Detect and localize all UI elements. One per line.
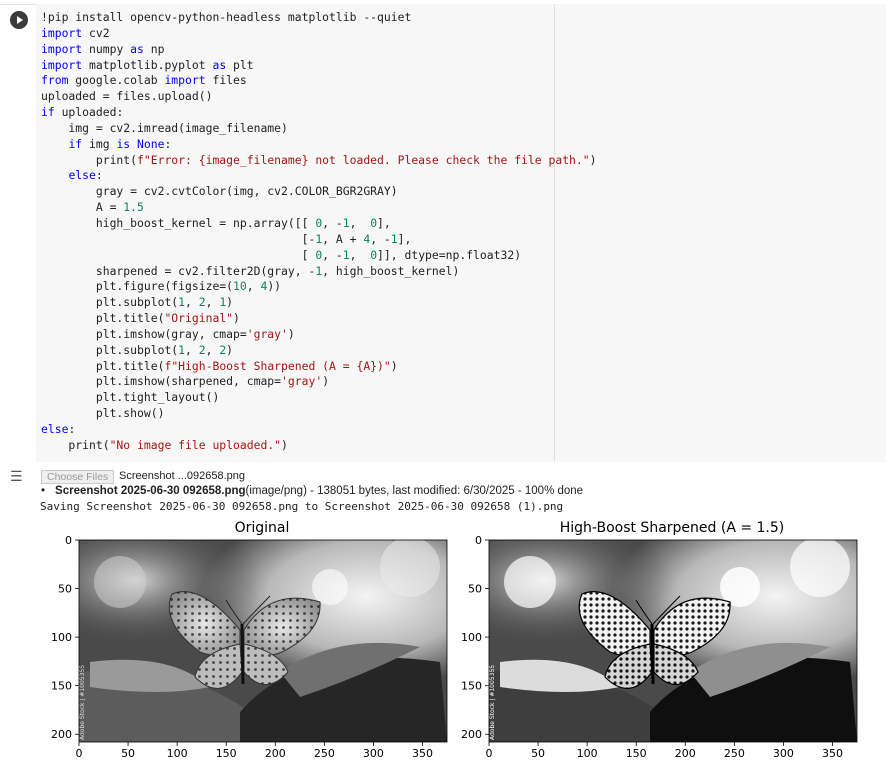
upload-status: • Screenshot 2025-06-30 092658.png(image/… bbox=[41, 485, 583, 497]
left-image: Adobe Stock | #1005355 bbox=[79, 540, 447, 742]
right-y-tick-label: 50 bbox=[468, 583, 482, 596]
play-icon[interactable] bbox=[10, 11, 28, 29]
chosen-file-name: Screenshot ...092658.png bbox=[119, 470, 245, 482]
left-y-tick-label: 50 bbox=[58, 583, 72, 596]
output-toggle-icon[interactable]: ☰ bbox=[10, 469, 30, 485]
list-bullet: • bbox=[41, 485, 46, 497]
left-y-tick-label: 100 bbox=[51, 631, 72, 644]
right-image: Adobe Stock | #1005355 bbox=[489, 540, 857, 742]
choose-files-button[interactable]: Choose Files bbox=[41, 470, 115, 484]
right-y-tick-label: 0 bbox=[475, 534, 482, 547]
upload-filename: Screenshot 2025-06-30 092658.png bbox=[55, 485, 246, 497]
left-x-tick-label: 50 bbox=[121, 747, 135, 760]
left-y-tick-label: 200 bbox=[51, 728, 72, 741]
left-x-tick-label: 150 bbox=[216, 747, 237, 760]
editor-margin bbox=[554, 4, 886, 462]
left-plot-title: Original bbox=[235, 520, 290, 536]
figure-svg: Original High-Boost Sharpened (A = 1.5) bbox=[51, 520, 858, 760]
left-y-tick-label: 150 bbox=[51, 680, 72, 693]
right-watermark: Adobe Stock | #1005355 bbox=[489, 665, 496, 740]
left-x-tick-label: 350 bbox=[412, 747, 433, 760]
code-text[interactable]: !pip install opencv-python-headless matp… bbox=[41, 10, 597, 454]
right-y-tick-label: 100 bbox=[461, 631, 482, 644]
right-x-tick-label: 200 bbox=[675, 747, 696, 760]
left-x-tick-label: 0 bbox=[76, 747, 83, 760]
code-cell[interactable]: !pip install opencv-python-headless matp… bbox=[0, 4, 886, 462]
right-plot-title: High-Boost Sharpened (A = 1.5) bbox=[560, 520, 785, 536]
right-x-tick-label: 250 bbox=[724, 747, 745, 760]
right-x-tick-label: 300 bbox=[773, 747, 794, 760]
right-x-tick-label: 0 bbox=[486, 747, 493, 760]
left-x-tick-label: 100 bbox=[167, 747, 188, 760]
right-x-tick-label: 50 bbox=[531, 747, 545, 760]
right-y-tick-label: 150 bbox=[461, 680, 482, 693]
left-x-tick-label: 200 bbox=[265, 747, 286, 760]
right-x-tick-label: 100 bbox=[577, 747, 598, 760]
upload-details: (image/png) - 138051 bytes, last modifie… bbox=[245, 485, 584, 497]
right-y-tick-label: 200 bbox=[461, 728, 482, 741]
left-y-tick-label: 0 bbox=[65, 534, 72, 547]
left-watermark: Adobe Stock | #1005355 bbox=[79, 665, 86, 740]
left-x-tick-label: 300 bbox=[363, 747, 384, 760]
left-x-tick-label: 250 bbox=[314, 747, 335, 760]
right-x-tick-label: 150 bbox=[626, 747, 647, 760]
matplotlib-figure: Original High-Boost Sharpened (A = 1.5) bbox=[0, 512, 886, 775]
right-x-tick-label: 350 bbox=[822, 747, 843, 760]
